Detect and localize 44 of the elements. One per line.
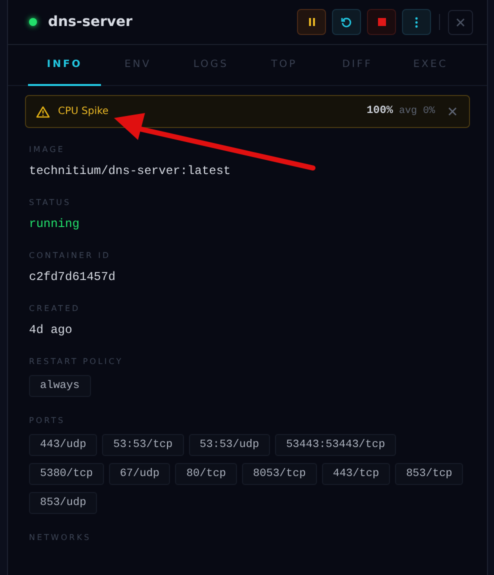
tab[interactable]: EXEC [394,45,468,86]
tab[interactable]: INFO [28,45,102,86]
cpu-reading: 100% [366,104,393,120]
status-value: running [29,216,80,232]
tag: 67/udp [108,463,170,485]
field-label: CONTAINER ID [29,251,111,261]
tag: 443/udp [29,434,98,456]
stop-button[interactable] [367,9,396,35]
close-icon [448,107,456,116]
tab[interactable]: LOGS [174,45,248,86]
tab[interactable]: ENV [101,45,174,86]
warning-icon [36,106,50,118]
tag: 5380/tcp [29,463,104,485]
close-button[interactable] [448,10,473,34]
tag: 80/tcp [175,463,238,485]
tag: 53:53/udp [188,434,270,456]
field-label: PORTS [29,416,66,426]
pause-icon [308,18,314,26]
restart-icon [341,16,352,28]
pause-button[interactable] [297,9,326,35]
tag: 853/udp [29,492,98,514]
close-icon [456,18,465,26]
container-title: dns-server [48,12,132,32]
restart-button[interactable] [332,9,361,35]
field-label: STATUS [29,198,72,208]
tag: 53443:53443/tcp [275,434,396,456]
field-label: CREATED [29,304,80,314]
tag: 53:53/tcp [102,434,184,456]
field-label: IMAGE [29,145,65,155]
tag: always [29,375,91,397]
cpu-average: avg 0% [398,105,435,119]
tab[interactable]: DIFF [320,45,394,86]
tag: 443/tcp [322,463,390,485]
stop-icon [378,18,386,26]
field-label: NETWORKS [29,533,92,543]
more-icon [415,16,418,28]
tag: 8053/tcp [242,463,317,485]
tab[interactable]: TOP [248,45,321,86]
alert-title: CPU Spike [58,105,109,119]
field-value: 4d ago [29,322,72,338]
field-value: technitium/dns-server:latest [29,163,231,179]
tag: 853/tcp [395,463,464,485]
field-label: RESTART POLICY [29,357,124,367]
field-value: c2fd7d61457d [29,269,116,285]
